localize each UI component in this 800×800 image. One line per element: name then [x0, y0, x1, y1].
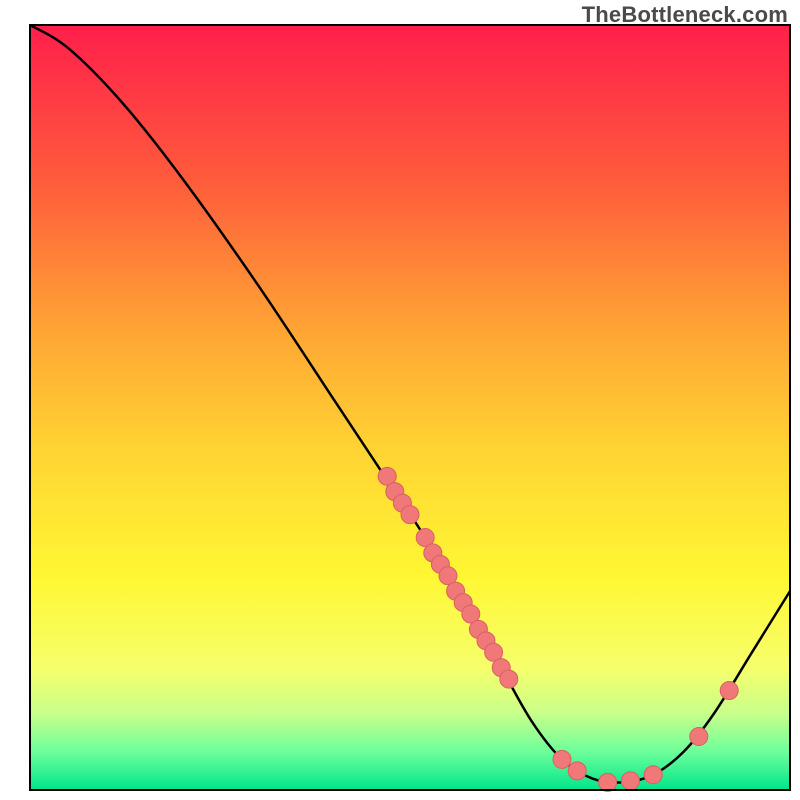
data-point: [599, 773, 617, 791]
data-point: [401, 506, 419, 524]
plot-background: [30, 25, 790, 790]
data-point: [621, 772, 639, 790]
watermark-text: TheBottleneck.com: [582, 2, 788, 28]
data-point: [500, 670, 518, 688]
bottleneck-chart: [0, 0, 800, 800]
data-point: [690, 727, 708, 745]
data-point: [568, 762, 586, 780]
data-point: [553, 750, 571, 768]
data-point: [644, 766, 662, 784]
data-point: [720, 682, 738, 700]
